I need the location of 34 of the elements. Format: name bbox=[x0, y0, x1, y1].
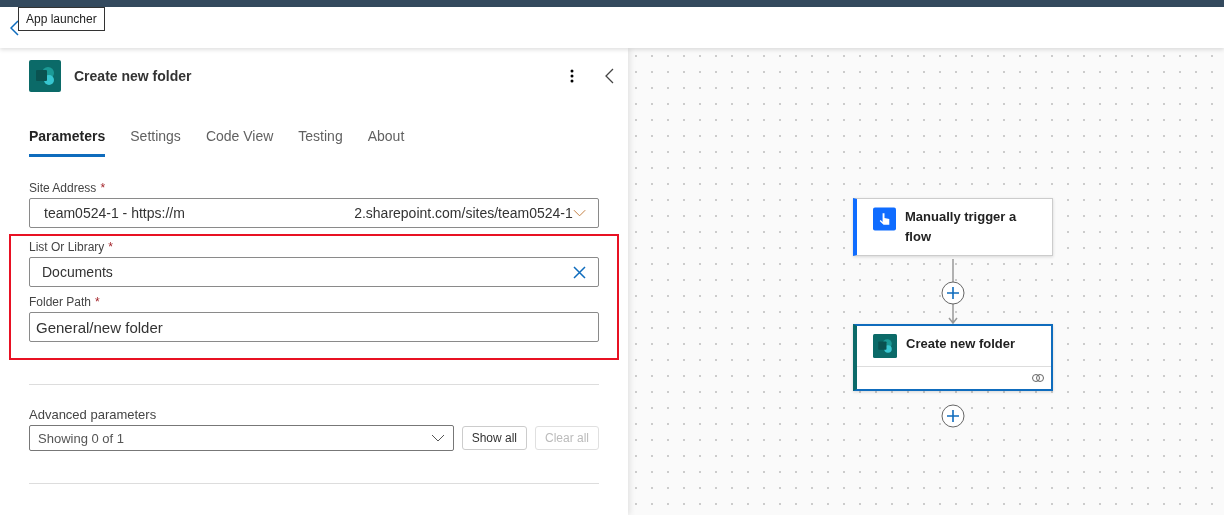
list-field[interactable]: Documents bbox=[29, 257, 599, 287]
flow-node[interactable]: Manually trigger a flow bbox=[853, 198, 1053, 256]
action-button[interactable]: Show all bbox=[461, 426, 527, 450]
chevron-down-icon bbox=[572, 209, 586, 217]
collapse-icon[interactable] bbox=[605, 68, 615, 84]
flow-node[interactable]: Create new folder bbox=[853, 324, 1053, 391]
advanced-dropdown[interactable]: Showing 0 of 1 bbox=[29, 425, 454, 451]
close-icon[interactable] bbox=[573, 265, 586, 279]
node-title: Manually trigger a flow bbox=[905, 208, 1018, 246]
sharepoint-icon bbox=[873, 334, 897, 358]
tab[interactable]: Testing bbox=[298, 124, 343, 157]
add-step-icon[interactable] bbox=[941, 281, 965, 305]
tab[interactable]: Parameters bbox=[29, 124, 106, 157]
sharepoint-icon bbox=[29, 60, 61, 92]
site-address-dropdown[interactable]: team0524-1 - https://m 2.sharepoint.com/sites/team0524-1 bbox=[29, 198, 599, 228]
chevron-down-icon bbox=[430, 434, 445, 442]
field-label: Folder Path bbox=[29, 295, 92, 309]
add-step-icon[interactable] bbox=[941, 404, 965, 428]
link-icon bbox=[1031, 373, 1045, 383]
required-mark: * bbox=[100, 181, 106, 195]
tab[interactable]: Code View bbox=[205, 124, 274, 157]
tab[interactable]: Settings bbox=[130, 124, 181, 157]
touch-icon bbox=[873, 207, 896, 231]
folder-path-field[interactable]: General/new folder bbox=[29, 312, 599, 342]
more-icon[interactable] bbox=[570, 69, 574, 83]
panel-title: Create new folder bbox=[74, 68, 193, 84]
required-mark: * bbox=[95, 295, 100, 309]
field-label: List Or Library bbox=[29, 240, 105, 254]
field-label: Site Address bbox=[29, 181, 97, 195]
tooltip: App launcher bbox=[18, 7, 105, 31]
node-title: Create new folder bbox=[906, 335, 1016, 353]
advanced-label: Advanced parameters bbox=[29, 407, 158, 422]
tab[interactable]: About bbox=[367, 124, 405, 157]
required-mark: * bbox=[108, 240, 114, 254]
